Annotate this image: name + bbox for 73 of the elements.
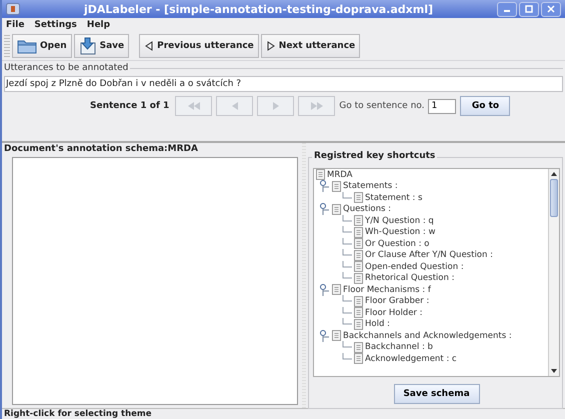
document-icon bbox=[354, 307, 363, 318]
maximize-button[interactable] bbox=[519, 2, 539, 16]
save-icon bbox=[78, 37, 97, 55]
goto-label: Go to sentence no. bbox=[339, 101, 424, 111]
tree-item[interactable]: Floor Mechanisms : f bbox=[343, 284, 431, 295]
document-icon bbox=[354, 318, 363, 330]
tree-item[interactable]: Y/N Question : q bbox=[365, 216, 434, 226]
triangle-icon bbox=[310, 102, 324, 110]
left-triangle-icon bbox=[144, 41, 154, 51]
document-icon bbox=[332, 180, 341, 192]
expand-toggle-icon[interactable] bbox=[318, 203, 330, 216]
right-triangle-icon bbox=[266, 41, 276, 51]
document-icon bbox=[332, 330, 341, 342]
toolbar-button[interactable]: Open bbox=[12, 34, 72, 58]
tree-item[interactable]: Floor Grabber : bbox=[365, 296, 430, 306]
maximize-icon bbox=[525, 5, 533, 13]
tree-item[interactable]: Acknowledgement : c bbox=[365, 354, 457, 364]
expand-toggle-icon[interactable] bbox=[318, 180, 330, 192]
tree-item[interactable]: Statements : bbox=[343, 181, 398, 192]
group-title: Utterances to be annotated bbox=[4, 63, 128, 73]
document-icon bbox=[354, 353, 363, 364]
document-icon bbox=[354, 342, 363, 353]
document-icon bbox=[354, 272, 363, 284]
window-title: jDALabeler - [simple-annotation-testing-doprava.adxml] bbox=[82, 2, 434, 16]
scroll-down-icon bbox=[550, 368, 558, 374]
tree-item[interactable]: Or Question : o bbox=[365, 238, 430, 249]
panel-title: Registred key shortcuts bbox=[312, 151, 438, 161]
document-icon bbox=[332, 204, 341, 215]
toolbar-button[interactable]: Next utterance bbox=[260, 34, 360, 58]
triangle-icon bbox=[272, 102, 280, 110]
document-icon bbox=[354, 238, 363, 250]
utterance-text: Jezdí spoj z Plzně do Dobřan i v neděli a o svátcích ? bbox=[4, 76, 563, 92]
document-icon bbox=[354, 261, 363, 272]
document-icon bbox=[354, 296, 363, 307]
toolbar-button[interactable]: Save bbox=[74, 34, 130, 58]
tree-item[interactable]: Wh-Question : w bbox=[365, 227, 436, 238]
minimize-button[interactable] bbox=[497, 2, 517, 16]
document-icon bbox=[354, 250, 363, 261]
status-bar: Right-click for selecting theme bbox=[2, 408, 565, 419]
tree-item[interactable]: Or Clause After Y/N Question : bbox=[365, 250, 493, 260]
goto-button[interactable]: Go to bbox=[460, 96, 510, 116]
menu-item[interactable]: Settings bbox=[34, 20, 77, 30]
tree-item[interactable]: Floor Holder : bbox=[365, 308, 422, 318]
close-button[interactable] bbox=[541, 2, 561, 16]
tree-item[interactable]: Questions : bbox=[343, 204, 392, 214]
tree-item[interactable]: MRDA bbox=[327, 170, 352, 180]
tree-item[interactable]: Backchannels and Acknowledgements : bbox=[343, 330, 512, 341]
panel-title: Document's annotation schema:MRDA bbox=[3, 143, 199, 156]
scroll-thumb[interactable] bbox=[550, 179, 558, 217]
triangle-icon bbox=[230, 102, 239, 110]
app-icon bbox=[6, 3, 20, 15]
toolbar-button[interactable]: Previous utterance bbox=[139, 34, 259, 58]
expand-toggle-icon[interactable] bbox=[318, 330, 330, 342]
tree-item[interactable]: Hold : bbox=[365, 319, 390, 330]
document-icon bbox=[354, 215, 363, 226]
sentence-number-field[interactable]: 1 bbox=[428, 98, 456, 114]
folder-icon bbox=[17, 38, 37, 54]
save-schema-button[interactable]: Save schema bbox=[394, 384, 480, 404]
sentence-counter: Sentence 1 of 1 bbox=[90, 101, 170, 111]
close-icon bbox=[547, 5, 555, 13]
menu-item[interactable]: File bbox=[6, 20, 24, 30]
tree-item[interactable]: Rhetorical Question : bbox=[365, 273, 454, 284]
tree-item[interactable]: Statement : s bbox=[365, 192, 422, 203]
menu-item[interactable]: Help bbox=[86, 20, 110, 30]
tree-item[interactable]: Backchannel : b bbox=[365, 342, 433, 352]
vertical-scrollbar[interactable] bbox=[548, 169, 559, 376]
document-icon bbox=[354, 226, 363, 238]
document-icon bbox=[332, 284, 341, 296]
triangle-icon bbox=[186, 102, 201, 110]
scroll-up-icon bbox=[550, 171, 558, 177]
expand-toggle-icon[interactable] bbox=[318, 284, 330, 296]
tree-item[interactable]: Open-ended Question : bbox=[365, 262, 464, 272]
document-icon bbox=[354, 192, 363, 204]
